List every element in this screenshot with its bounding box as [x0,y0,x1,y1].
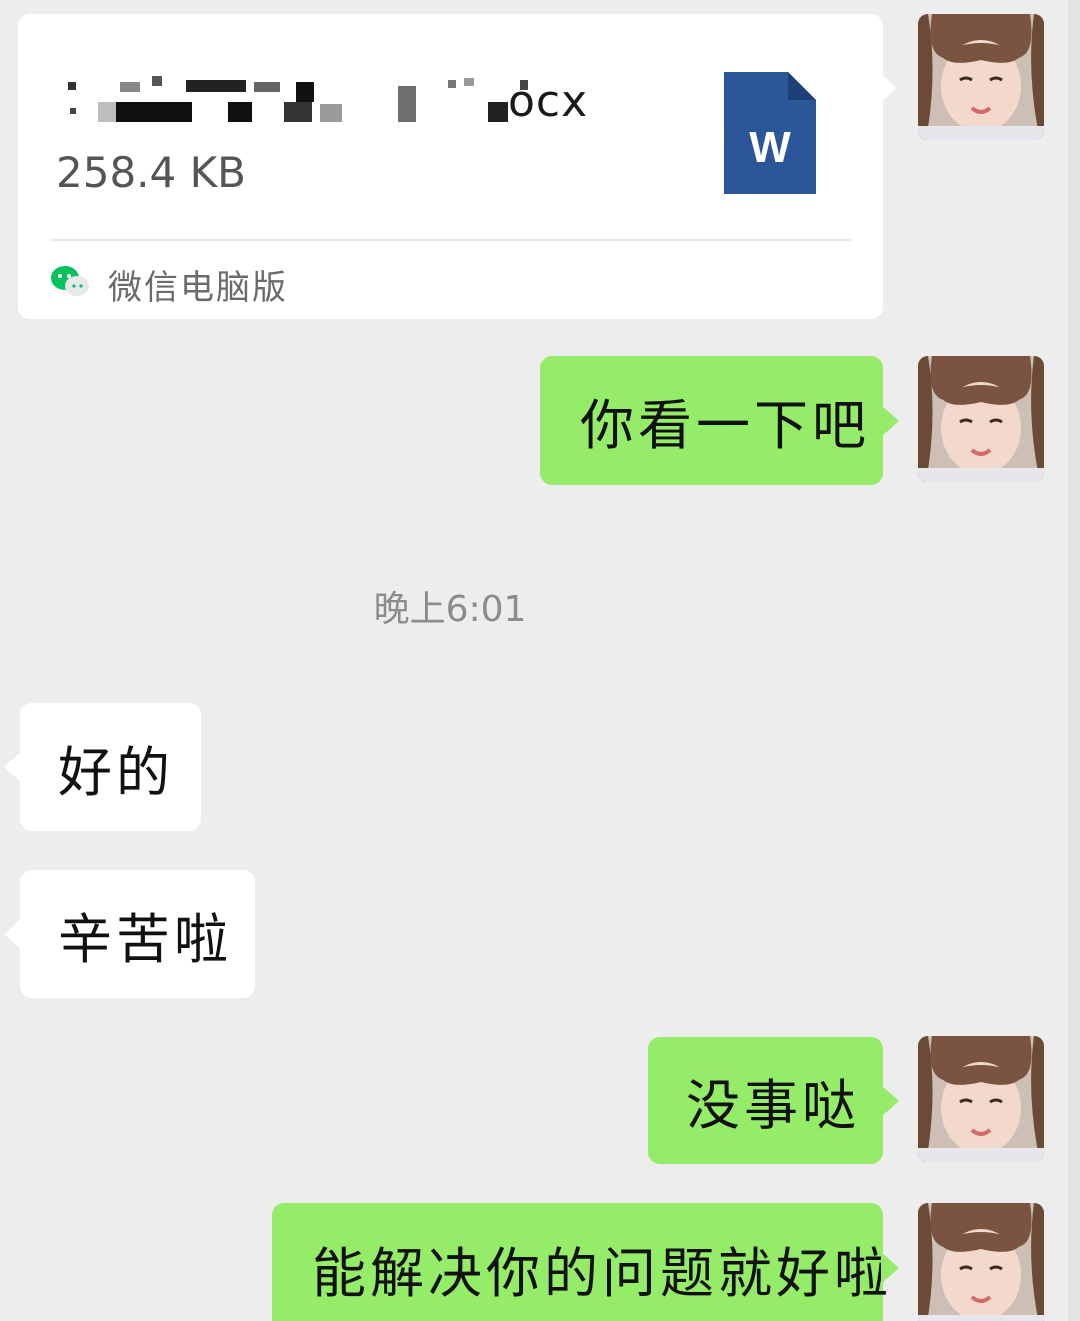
received-message-bubble[interactable]: 好的 [4,703,201,831]
sent-message-bubble[interactable]: 你看一下吧 [540,356,899,485]
file-size-text: 258.4 KB [56,148,246,197]
filename-mosaic-blur [68,72,548,132]
avatar[interactable] [918,14,1044,140]
message-text: 没事哒 [686,1074,860,1137]
message-text: 好的 [58,740,174,804]
wechat-icon [50,264,90,304]
avatar[interactable] [918,1036,1044,1162]
avatar[interactable] [918,356,1044,482]
sent-message-bubble[interactable]: 能解决你的问题就好啦 [272,1203,899,1321]
file-name-text: ocx [508,76,589,127]
card-divider [50,239,851,241]
word-icon-letter: W [749,123,791,172]
message-text: 你看一下吧 [580,394,870,457]
message-text: 能解决你的问题就好啦 [312,1241,892,1305]
chat-window: ocx 258.4 KB W 微信电脑版 你看一下吧 晚上6:01 好的 辛苦啦… [0,0,1080,1321]
card-footer: 微信电脑版 [50,256,288,312]
word-doc-icon: W [724,72,816,194]
received-message-bubble[interactable]: 辛苦啦 [4,870,255,998]
source-label: 微信电脑版 [108,267,288,308]
message-timestamp: 晚上6:01 [373,589,527,630]
scrollbar-track[interactable] [1068,0,1080,1321]
avatar[interactable] [918,1203,1044,1321]
file-message-card[interactable]: ocx 258.4 KB W 微信电脑版 [18,14,897,319]
sent-message-bubble[interactable]: 没事哒 [648,1037,899,1164]
message-text: 辛苦啦 [58,907,232,971]
